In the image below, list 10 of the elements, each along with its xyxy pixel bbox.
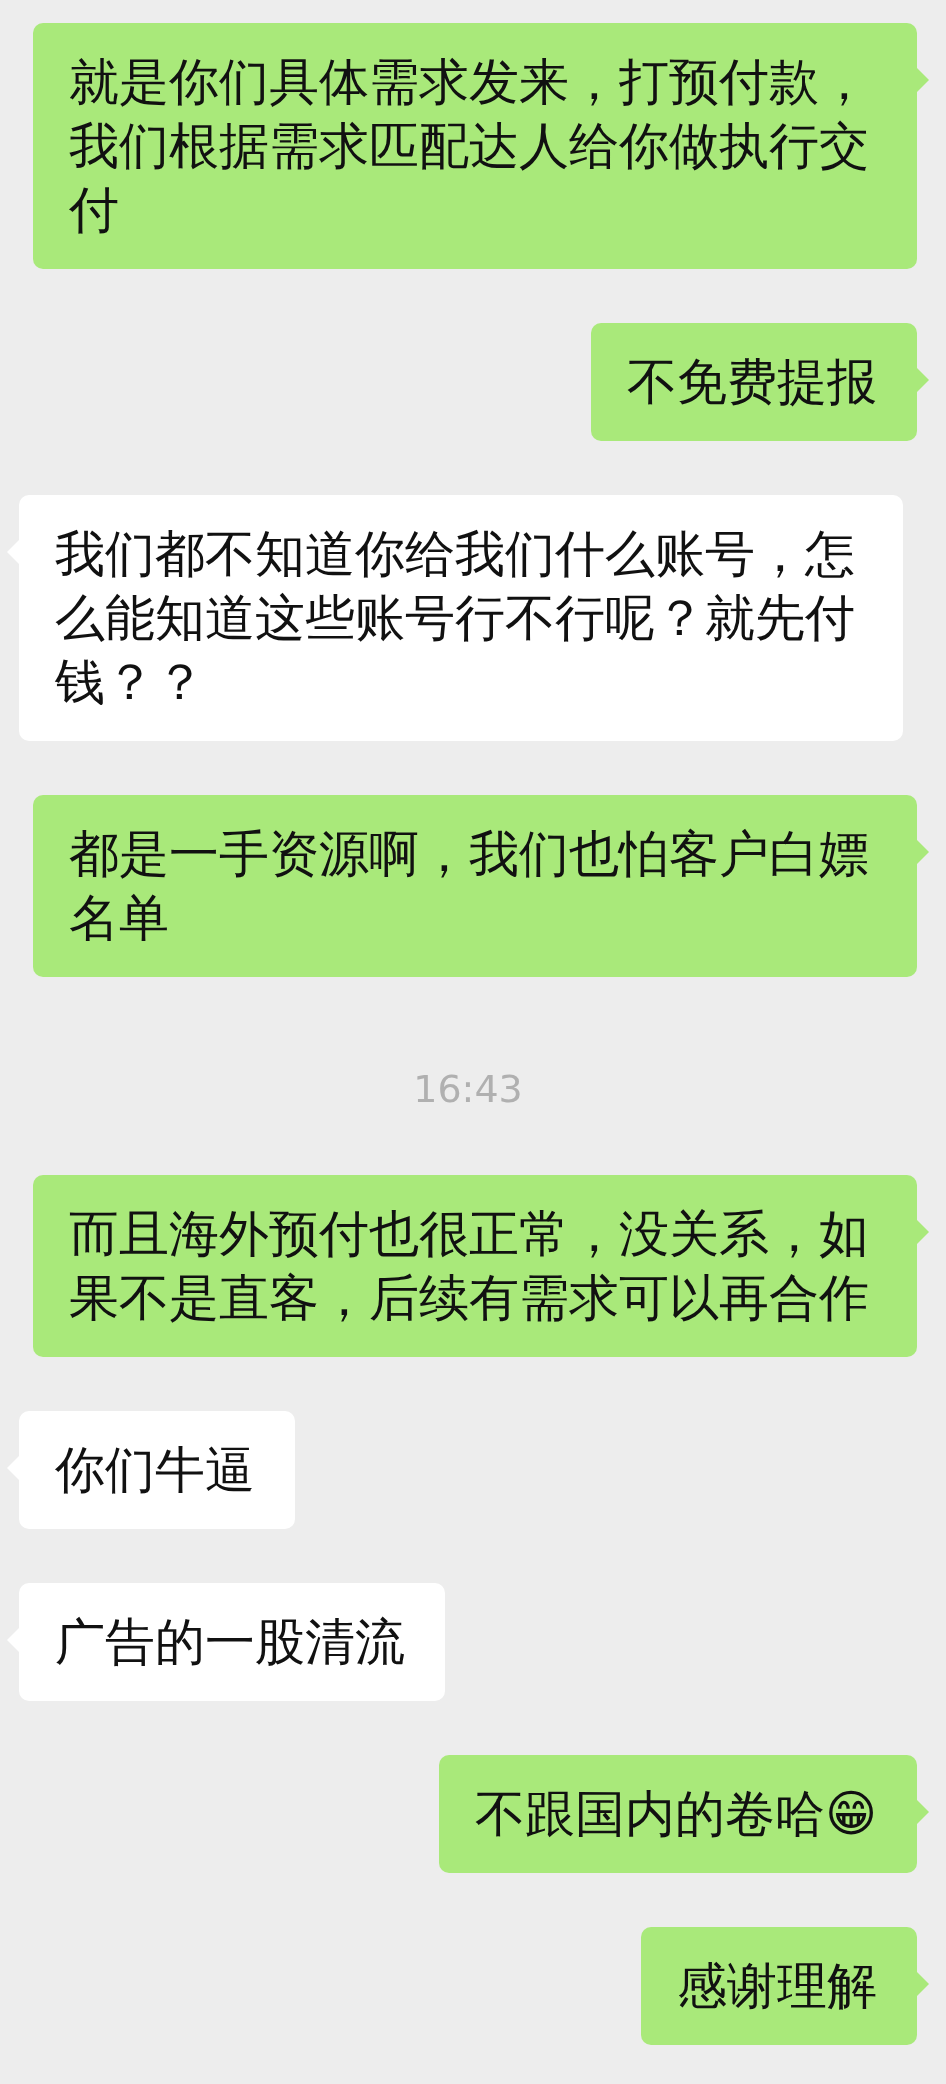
message-text: 都是一手资源啊，我们也怕客户白嫖名单 (69, 824, 870, 949)
message-text: 你们牛逼 (55, 1440, 255, 1501)
message-text: 不免费提报 (627, 352, 877, 413)
message-text: 感谢理解 (677, 1956, 877, 2017)
message-text: 而且海外预付也很正常，没关系，如果不是直客，后续有需求可以再合作 (69, 1204, 870, 1329)
message-text: 我们都不知道你给我们什么账号，怎么能知道这些账号行不行呢？就先付钱？？ (55, 524, 856, 713)
message-text: 不跟国内的卷哈😁 (474, 1784, 877, 1845)
message-text: 就是你们具体需求发来，打预付款，我们根据需求匹配达人给你做执行交付 (69, 52, 870, 241)
timestamp: 16:43 (413, 1067, 523, 1111)
message-text: 广告的一股清流 (55, 1612, 405, 1673)
